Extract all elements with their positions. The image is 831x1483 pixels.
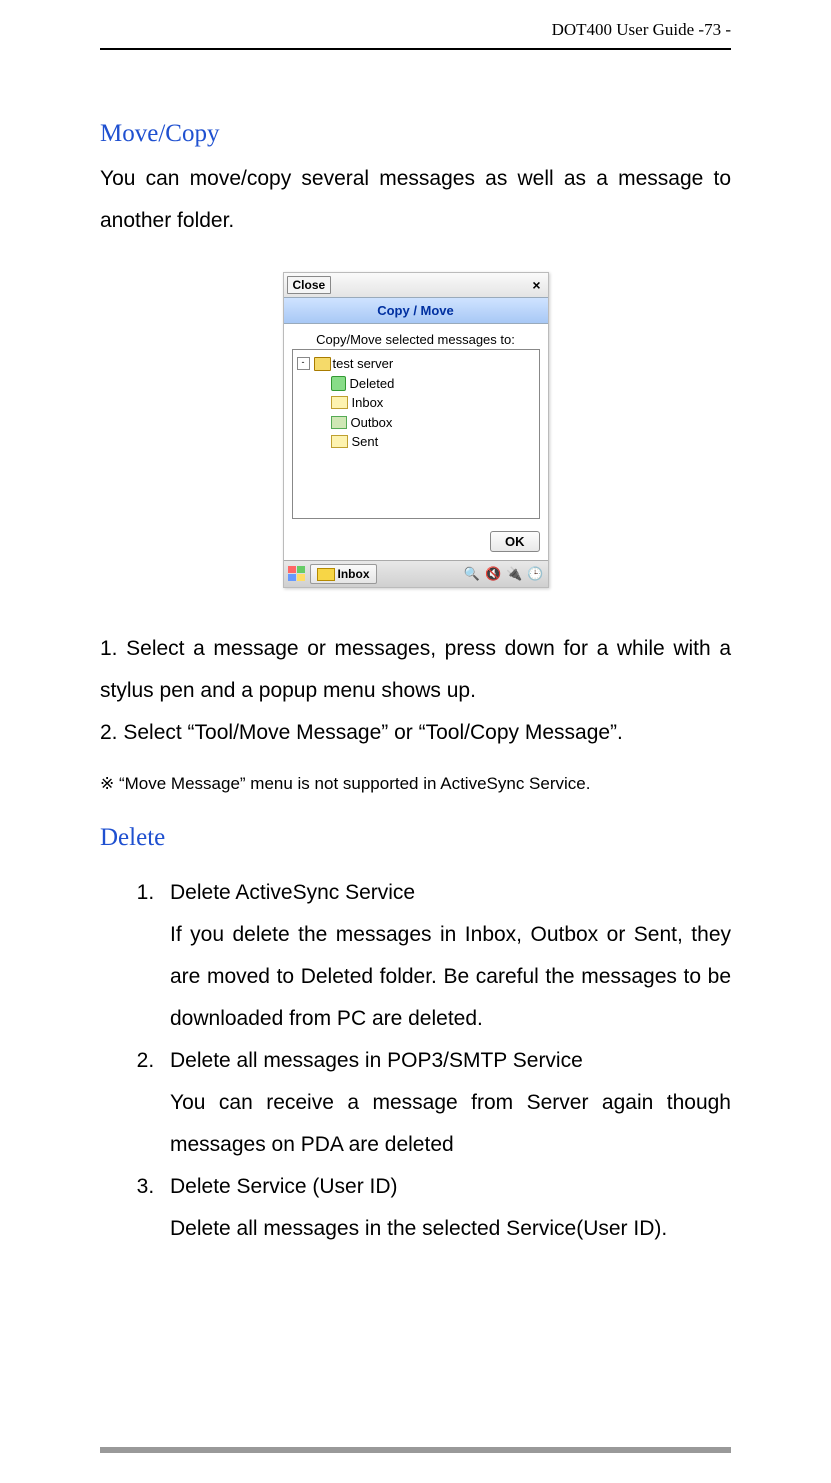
tree-leaf-sent[interactable]: Sent — [331, 432, 535, 452]
outbox-icon — [331, 416, 347, 429]
system-tray: 🔍 🔇 🔌 🕒 — [464, 566, 544, 582]
tree-leaf-inbox[interactable]: Inbox — [331, 393, 535, 413]
taskbar-inbox-button[interactable]: Inbox — [310, 564, 377, 584]
page-header: DOT400 User Guide -73 - — [100, 20, 731, 50]
tree-leaf-deleted[interactable]: Deleted — [331, 374, 535, 394]
delete-item-1: Delete ActiveSync Service If you delete … — [160, 872, 731, 1040]
delete-item-desc: Delete all messages in the selected Serv… — [170, 1208, 731, 1250]
tree-leaf-label: Deleted — [350, 374, 395, 394]
delete-item-title: Delete Service (User ID) — [170, 1166, 731, 1208]
tray-clock-icon[interactable]: 🕒 — [527, 566, 543, 582]
move-copy-step2: 2. Select “Tool/Move Message” or “Tool/C… — [100, 712, 731, 754]
move-copy-step1: 1. Select a message or messages, press d… — [100, 628, 731, 712]
sent-icon — [331, 435, 348, 448]
inbox-icon — [331, 396, 348, 409]
delete-item-title: Delete all messages in POP3/SMTP Service — [170, 1040, 731, 1082]
delete-item-title: Delete ActiveSync Service — [170, 872, 731, 914]
figure-container: Close × Copy / Move Copy/Move selected m… — [100, 272, 731, 588]
section-heading-move-copy: Move/Copy — [100, 120, 731, 148]
delete-item-desc: You can receive a message from Server ag… — [170, 1082, 731, 1166]
collapse-icon[interactable]: - — [297, 357, 310, 370]
dialog-prompt: Copy/Move selected messages to: — [284, 324, 548, 349]
tree-leaf-label: Sent — [352, 432, 379, 452]
tree-root[interactable]: - test server — [297, 354, 535, 374]
taskbar: Inbox 🔍 🔇 🔌 🕒 — [284, 560, 548, 587]
tree-leaf-outbox[interactable]: Outbox — [331, 413, 535, 433]
start-icon[interactable] — [288, 566, 306, 582]
dialog-button-row: OK — [284, 527, 548, 560]
deleted-icon — [331, 376, 346, 391]
tree-root-label: test server — [333, 354, 394, 374]
page-footer-bar — [100, 1447, 731, 1453]
delete-item-3: Delete Service (User ID) Delete all mess… — [160, 1166, 731, 1250]
tray-power-icon[interactable]: 🔌 — [506, 566, 522, 582]
page-header-text: DOT400 User Guide -73 - — [552, 20, 731, 39]
ok-button[interactable]: OK — [490, 531, 540, 552]
move-copy-note: ※ “Move Message” menu is not supported i… — [100, 774, 731, 794]
tray-volume-icon[interactable]: 🔇 — [485, 566, 501, 582]
delete-list: Delete ActiveSync Service If you delete … — [100, 872, 731, 1250]
delete-item-2: Delete all messages in POP3/SMTP Service… — [160, 1040, 731, 1166]
dialog-caption: Copy / Move — [284, 297, 548, 324]
delete-item-desc: If you delete the messages in Inbox, Out… — [170, 914, 731, 1040]
section-heading-delete: Delete — [100, 824, 731, 852]
taskbar-inbox-label: Inbox — [338, 567, 370, 581]
folder-tree[interactable]: - test server Deleted Inbox Outbox — [292, 349, 540, 519]
close-button[interactable]: Close — [287, 276, 332, 294]
tree-leaf-label: Outbox — [351, 413, 393, 433]
copy-move-dialog-figure: Close × Copy / Move Copy/Move selected m… — [283, 272, 549, 588]
folder-icon — [314, 357, 331, 371]
move-copy-intro: You can move/copy several messages as we… — [100, 158, 731, 242]
tray-search-icon[interactable]: 🔍 — [464, 566, 480, 582]
close-icon[interactable]: × — [528, 277, 544, 293]
envelope-icon — [317, 568, 335, 581]
dialog-titlebar: Close × — [284, 273, 548, 297]
tree-leaf-label: Inbox — [352, 393, 384, 413]
